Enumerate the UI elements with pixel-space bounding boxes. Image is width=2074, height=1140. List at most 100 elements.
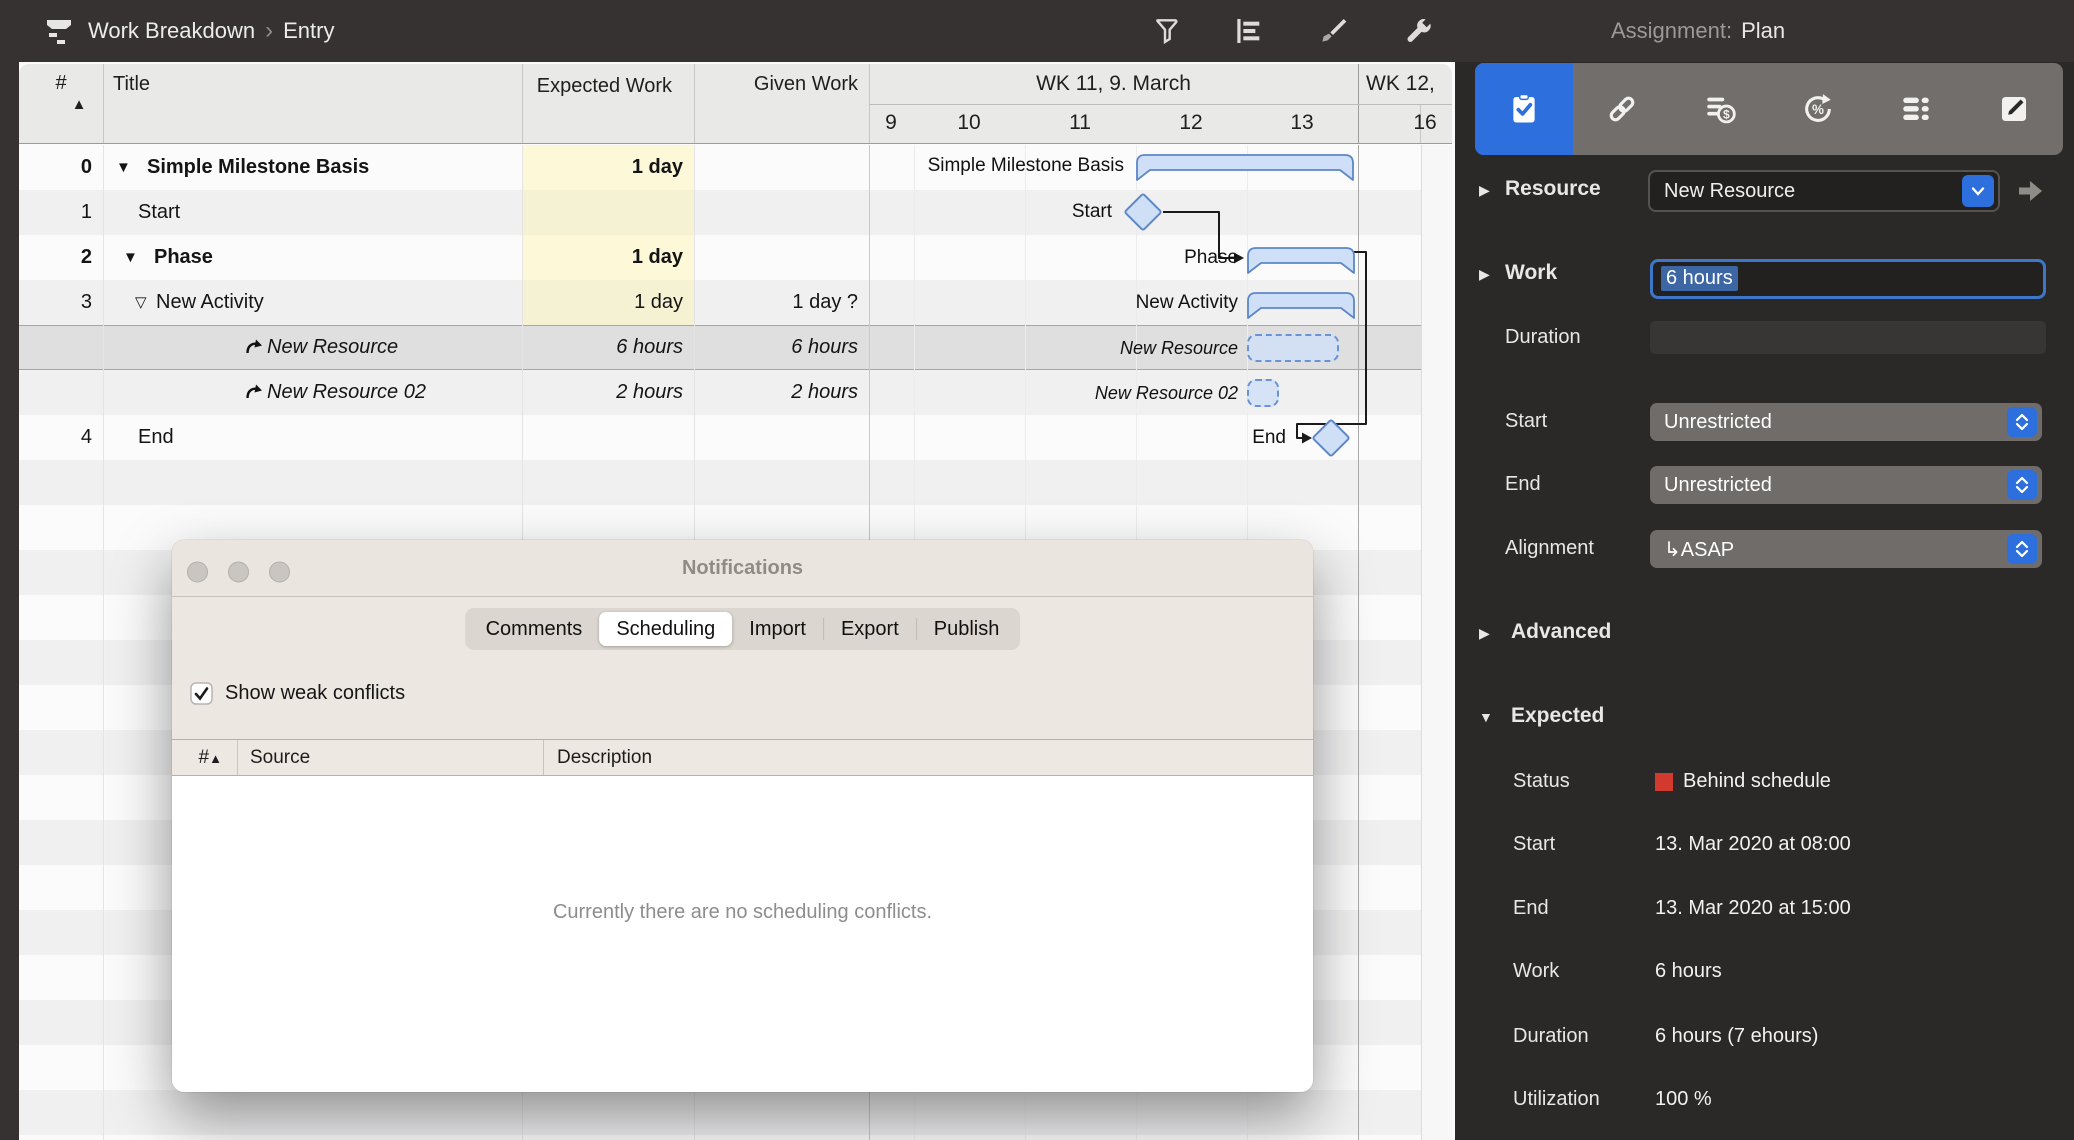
sort-arrow-icon: ▲	[37, 96, 121, 113]
given-work-value[interactable]: 2 hours	[694, 370, 858, 415]
conflicts-column-source[interactable]: Source	[250, 740, 310, 775]
resource-combobox[interactable]: New Resource	[1648, 170, 2000, 212]
summary-bar-phase[interactable]	[1247, 244, 1355, 275]
timeline-day-12[interactable]: 12	[1131, 111, 1251, 135]
given-work-value[interactable]: 6 hours	[694, 325, 858, 370]
row-title[interactable]: End	[138, 415, 174, 460]
assignment-bar-new-resource-02[interactable]	[1247, 379, 1279, 407]
resource-row-title[interactable]: New Resource	[267, 325, 398, 370]
timeline-week-12-header[interactable]: WK 12,	[1366, 72, 1435, 96]
status-value: Behind schedule	[1683, 770, 1831, 793]
breadcrumb-separator: ›	[255, 17, 283, 44]
column-header-title[interactable]: Title	[113, 73, 150, 96]
disclosure-triangle[interactable]: ▼	[123, 235, 138, 280]
tab-note[interactable]	[1965, 63, 2063, 155]
end-stepper-button[interactable]	[2007, 470, 2037, 500]
row-title[interactable]: New Activity	[156, 280, 264, 325]
tab-export[interactable]: Export	[824, 612, 916, 646]
row-title[interactable]: Simple Milestone Basis	[147, 145, 369, 190]
disclosure-triangle[interactable]: ▼	[116, 145, 131, 190]
expected-start-label: Start	[1513, 833, 1555, 856]
expected-end-value: 13. Mar 2020 at 15:00	[1655, 897, 1851, 920]
resource-dropdown-button[interactable]	[1962, 175, 1994, 207]
work-disclosure[interactable]: ▶	[1479, 266, 1490, 283]
go-to-resource-arrow-icon[interactable]	[2017, 178, 2045, 204]
tab-comments[interactable]: Comments	[469, 612, 600, 646]
filter-icon[interactable]	[1150, 15, 1184, 47]
start-popup[interactable]: Unrestricted	[1650, 403, 2042, 441]
cost-list-icon: $	[1703, 92, 1737, 126]
tab-dependencies[interactable]	[1573, 63, 1671, 155]
advanced-section-label: Advanced	[1511, 620, 1611, 644]
checkbox-checked-icon[interactable]	[190, 682, 213, 705]
breadcrumb-work-breakdown[interactable]: Work Breakdown	[88, 18, 255, 43]
alignment-popup[interactable]: ↳ASAP	[1650, 530, 2042, 568]
given-work-value[interactable]: 1 day ?	[694, 280, 858, 325]
tab-scheduling[interactable]: Scheduling	[599, 612, 732, 646]
column-header-num[interactable]: #	[19, 72, 103, 95]
tab-structure[interactable]	[1867, 63, 1965, 155]
expected-work-value[interactable]: 2 hours	[522, 370, 683, 415]
assignment-bar-new-resource[interactable]	[1247, 334, 1339, 362]
tab-import[interactable]: Import	[732, 612, 823, 646]
notifications-title-bar[interactable]: Notifications	[172, 540, 1313, 597]
timeline-day-10[interactable]: 10	[909, 111, 1029, 135]
disclosure-triangle-open[interactable]: ▽	[135, 280, 147, 325]
assignment-label: Assignment:	[1611, 18, 1732, 43]
alignment-stepper-button[interactable]	[2007, 534, 2037, 564]
gantt-label-simple-milestone-basis: Simple Milestone Basis	[804, 151, 1124, 181]
expected-disclosure[interactable]: ▼	[1479, 709, 1493, 725]
align-outline-icon[interactable]	[1231, 15, 1265, 47]
expected-end-label: End	[1513, 897, 1549, 920]
duration-input[interactable]	[1650, 321, 2046, 354]
column-header-expected-work[interactable]: Expected Work	[522, 73, 672, 100]
breadcrumb-entry[interactable]: Entry	[283, 18, 334, 43]
expected-start-value: 13. Mar 2020 at 08:00	[1655, 833, 1851, 856]
work-input[interactable]: 6 hours	[1650, 259, 2046, 299]
end-popup[interactable]: Unrestricted	[1650, 466, 2042, 504]
grid-header: # ▲ Title Expected Work Given Work WK 11…	[19, 64, 1452, 144]
expected-work-value: 6 hours	[1655, 960, 1722, 983]
assignment-value: Plan	[1741, 18, 1785, 43]
utilization-label: Utilization	[1513, 1088, 1600, 1111]
row-title[interactable]: Start	[138, 190, 180, 235]
start-stepper-button[interactable]	[2007, 407, 2037, 437]
expected-work-value[interactable]: 1 day	[522, 280, 683, 325]
activity-bar-new-activity[interactable]	[1247, 289, 1355, 320]
gantt-label-phase: Phase	[918, 243, 1238, 273]
svg-text:%: %	[1812, 102, 1824, 117]
row-title[interactable]: Phase	[154, 235, 213, 280]
advanced-disclosure[interactable]: ▶	[1479, 625, 1490, 642]
tab-costs[interactable]: $	[1671, 63, 1769, 155]
tools-wrench-icon[interactable]	[1402, 15, 1436, 47]
timeline-day-13[interactable]: 13	[1242, 111, 1362, 135]
summary-bar-simple-milestone-basis[interactable]	[1136, 151, 1354, 182]
expected-work-label: Work	[1513, 960, 1559, 983]
column-header-given-work[interactable]: Given Work	[694, 73, 858, 96]
format-brush-icon[interactable]	[1316, 15, 1350, 47]
notifications-window: Notifications Comments Scheduling Import…	[172, 540, 1313, 1092]
resource-row-title[interactable]: New Resource 02	[267, 370, 426, 415]
link-icon	[1605, 92, 1639, 126]
empty-conflicts-message: Currently there are no scheduling confli…	[172, 901, 1313, 924]
svg-text:$: $	[1723, 107, 1730, 121]
conflicts-column-description[interactable]: Description	[557, 740, 652, 775]
expected-work-value[interactable]: 6 hours	[522, 325, 683, 370]
resource-disclosure[interactable]: ▶	[1479, 182, 1490, 199]
assignment-arrow-icon	[245, 338, 263, 356]
timeline-week-11-header[interactable]: WK 11, 9. March	[869, 72, 1358, 96]
tab-progress[interactable]: %	[1769, 63, 1867, 155]
up-down-chevrons-icon	[2013, 412, 2031, 432]
gantt-label-new-resource: New Resource	[918, 334, 1238, 362]
tab-assignment[interactable]	[1475, 63, 1573, 155]
expected-work-value[interactable]: 1 day	[522, 235, 683, 280]
tab-publish[interactable]: Publish	[917, 612, 1017, 646]
resource-label: Resource	[1505, 177, 1601, 201]
timeline-day-16[interactable]: 16	[1365, 111, 1452, 135]
assignment-arrow-icon	[245, 383, 263, 401]
timeline-day-11[interactable]: 11	[1020, 111, 1140, 135]
rows-icon	[1899, 92, 1933, 126]
conflicts-column-num[interactable]: #▲	[172, 740, 222, 775]
expected-work-value[interactable]: 1 day	[522, 145, 683, 190]
start-label: Start	[1505, 410, 1547, 433]
